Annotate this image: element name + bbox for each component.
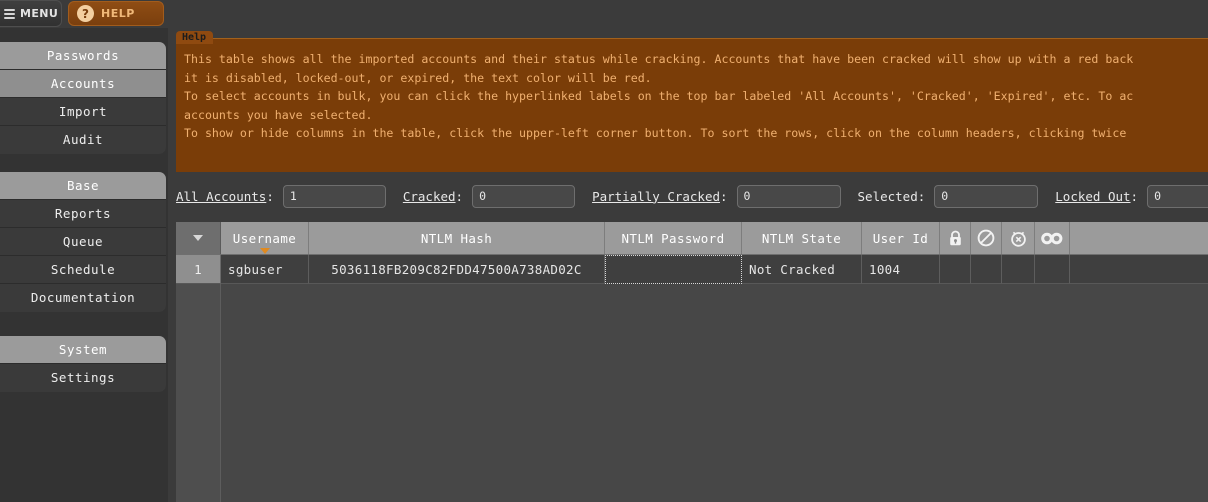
filter-colon: : bbox=[1130, 188, 1139, 204]
sidebar-item-import[interactable]: Import bbox=[0, 98, 166, 126]
expired-clock-icon bbox=[1009, 229, 1028, 248]
column-header-label: NTLM State bbox=[761, 230, 842, 246]
column-header-never-expires[interactable] bbox=[1035, 222, 1070, 254]
help-line-5: To show or hide columns in the table, cl… bbox=[184, 126, 1127, 140]
filter-partially-cracked: Partially Cracked : bbox=[592, 184, 841, 208]
cell-ntlm-state[interactable]: Not Cracked bbox=[742, 255, 862, 284]
filter-colon: : bbox=[720, 188, 728, 204]
sort-ascending-icon bbox=[259, 248, 270, 254]
column-header-locked[interactable] bbox=[940, 222, 971, 254]
help-line-1: This table shows all the imported accoun… bbox=[184, 52, 1134, 66]
table-blank-body bbox=[221, 284, 1208, 502]
hamburger-icon bbox=[4, 8, 15, 19]
sidebar-item-schedule[interactable]: Schedule bbox=[0, 256, 166, 284]
accounts-table: Username NTLM Hash NTLM Password NTLM St… bbox=[176, 222, 1208, 502]
top-bar: MENU ? HELP bbox=[0, 0, 1208, 28]
cell-expired[interactable] bbox=[1002, 255, 1035, 284]
sidebar-item-system[interactable]: System bbox=[0, 336, 166, 364]
column-header-filler bbox=[1070, 222, 1208, 254]
column-header-expired[interactable] bbox=[1002, 222, 1035, 254]
help-line-2: it is disabled, locked-out, or expired, … bbox=[184, 70, 652, 85]
sidebar-item-passwords[interactable]: Passwords bbox=[0, 42, 166, 70]
lock-icon bbox=[948, 230, 963, 247]
sidebar-group-passwords: Passwords Accounts Import Audit bbox=[0, 42, 166, 154]
filter-all-accounts: All Accounts : bbox=[176, 184, 386, 208]
filter-label-partially-cracked[interactable]: Partially Cracked bbox=[592, 189, 720, 204]
help-button-label: HELP bbox=[101, 7, 135, 20]
help-panel: Help This table shows all the imported a… bbox=[176, 31, 1208, 172]
filter-locked-out: Locked Out : bbox=[1055, 184, 1208, 208]
sidebar-item-settings[interactable]: Settings bbox=[0, 364, 166, 392]
column-header-label: User Id bbox=[872, 230, 929, 246]
cell-locked[interactable] bbox=[940, 255, 971, 284]
filter-label-all-accounts[interactable]: All Accounts bbox=[176, 189, 266, 204]
menu-button[interactable]: MENU bbox=[0, 0, 62, 27]
sidebar: Passwords Accounts Import Audit Base Rep… bbox=[0, 28, 168, 502]
infinity-icon bbox=[1041, 232, 1063, 245]
row-number: 1 bbox=[176, 255, 221, 284]
sidebar-group-system: System Settings bbox=[0, 336, 166, 392]
column-header-ntlm-password[interactable]: NTLM Password bbox=[605, 222, 742, 254]
sidebar-item-queue[interactable]: Queue bbox=[0, 228, 166, 256]
sidebar-item-reports[interactable]: Reports bbox=[0, 200, 166, 228]
sidebar-item-accounts[interactable]: Accounts bbox=[0, 70, 166, 98]
filter-input-selected[interactable] bbox=[934, 184, 1039, 208]
column-header-ntlm-state[interactable]: NTLM State bbox=[742, 222, 862, 254]
chevron-down-icon bbox=[193, 235, 203, 241]
filter-bar: All Accounts : Cracked : Partially Crack… bbox=[176, 178, 1208, 214]
table-header-row: Username NTLM Hash NTLM Password NTLM St… bbox=[176, 222, 1208, 255]
cell-never-expires[interactable] bbox=[1035, 255, 1070, 284]
cell-user-id[interactable]: 1004 bbox=[862, 255, 940, 284]
column-header-ntlm-hash[interactable]: NTLM Hash bbox=[309, 222, 605, 254]
cell-username[interactable]: sgbuser bbox=[221, 255, 309, 284]
help-panel-body: This table shows all the imported accoun… bbox=[176, 39, 1208, 143]
filter-label-selected: Selected bbox=[857, 188, 918, 204]
sidebar-group-base: Base Reports Queue Schedule Documentatio… bbox=[0, 172, 166, 312]
table-row[interactable]: 1 sgbuser 5036118FB209C82FDD47500A738AD0… bbox=[176, 255, 1208, 284]
filter-colon: : bbox=[266, 188, 274, 204]
column-header-disabled[interactable] bbox=[971, 222, 1002, 254]
sidebar-item-documentation[interactable]: Documentation bbox=[0, 284, 166, 312]
column-chooser-button[interactable] bbox=[176, 222, 221, 254]
disabled-icon bbox=[977, 229, 995, 247]
cell-ntlm-hash[interactable]: 5036118FB209C82FDD47500A738AD02C bbox=[309, 255, 605, 284]
help-panel-tab: Help bbox=[176, 31, 214, 44]
filter-colon: : bbox=[917, 188, 926, 204]
filter-cracked: Cracked : bbox=[403, 184, 576, 208]
filter-selected: Selected : bbox=[857, 184, 1039, 208]
column-header-label: Username bbox=[232, 230, 297, 246]
question-mark-circle-icon: ? bbox=[77, 5, 94, 22]
filter-input-cracked[interactable] bbox=[472, 184, 576, 208]
filter-input-locked-out[interactable] bbox=[1147, 184, 1208, 208]
column-header-label: NTLM Password bbox=[621, 230, 725, 246]
table-gutter bbox=[176, 284, 221, 502]
help-button[interactable]: ? HELP bbox=[68, 1, 164, 26]
main-content: Help This table shows all the imported a… bbox=[168, 28, 1208, 502]
column-header-username[interactable]: Username bbox=[221, 222, 309, 254]
cell-disabled[interactable] bbox=[971, 255, 1002, 284]
column-header-label: NTLM Hash bbox=[420, 230, 493, 246]
filter-label-cracked[interactable]: Cracked bbox=[403, 189, 456, 204]
sidebar-item-base[interactable]: Base bbox=[0, 172, 166, 200]
filter-label-locked-out[interactable]: Locked Out bbox=[1055, 189, 1130, 204]
filter-input-all-accounts[interactable] bbox=[282, 184, 386, 208]
table-empty-area bbox=[176, 284, 1208, 502]
filter-input-partially-cracked[interactable] bbox=[736, 184, 841, 208]
menu-button-label: MENU bbox=[20, 7, 59, 20]
cell-filler bbox=[1070, 255, 1208, 284]
filter-colon: : bbox=[455, 188, 464, 204]
column-header-user-id[interactable]: User Id bbox=[862, 222, 940, 254]
help-line-3: To select accounts in bulk, you can clic… bbox=[184, 89, 1134, 103]
sidebar-item-audit[interactable]: Audit bbox=[0, 126, 166, 154]
help-line-4: accounts you have selected. bbox=[184, 107, 373, 122]
cell-ntlm-password[interactable] bbox=[605, 255, 742, 284]
